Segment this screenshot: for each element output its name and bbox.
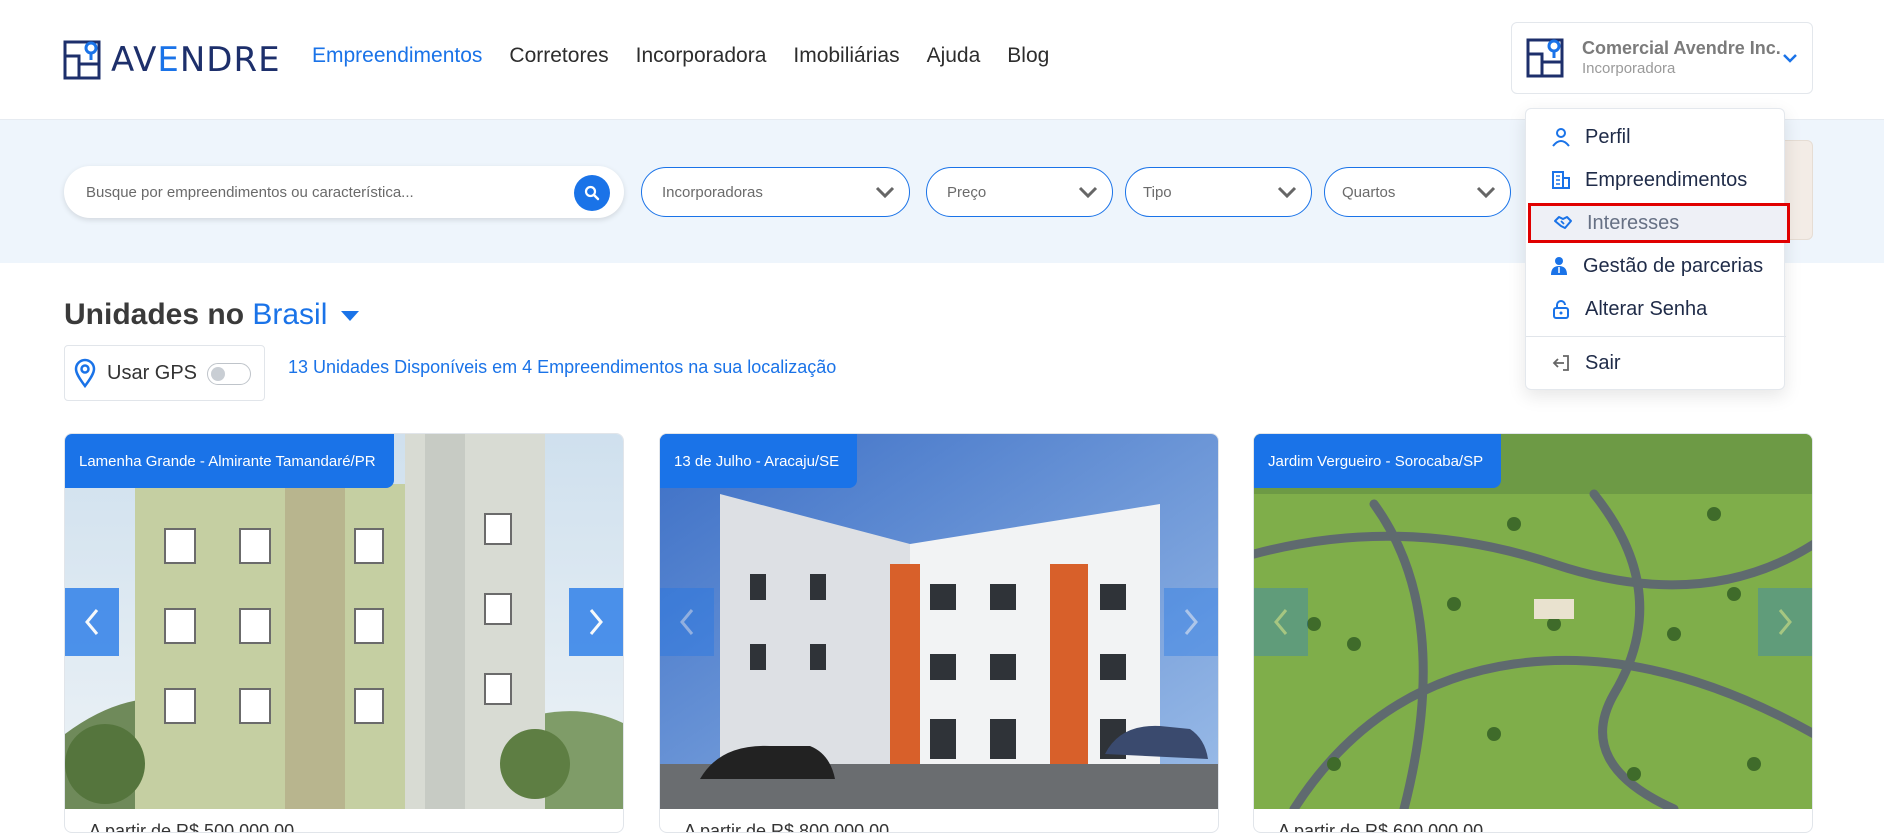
menu-item-label: Interesses — [1587, 211, 1680, 234]
chevron-down-icon — [1783, 54, 1797, 63]
filter-incorporadoras[interactable]: Incorporadoras — [641, 167, 910, 217]
caret-down-icon[interactable] — [340, 309, 360, 323]
carousel-prev-button[interactable] — [1254, 588, 1308, 656]
account-name: Comercial Avendre Inc. — [1582, 38, 1781, 59]
avendre-logo[interactable]: AVENDRE — [63, 38, 281, 82]
account-menu-button[interactable]: Comercial Avendre Inc. Incorporadora — [1511, 22, 1813, 94]
menu-divider — [1526, 336, 1786, 337]
chevron-down-icon — [875, 186, 895, 199]
carousel-next-button[interactable] — [569, 588, 623, 656]
top-header: AVENDRE Empreendimentos Corretores Incor… — [0, 0, 1884, 120]
page-title: Unidades no Brasil — [64, 298, 360, 332]
filter-quartos[interactable]: Quartos — [1324, 167, 1511, 217]
logo-mark-icon — [63, 40, 101, 80]
chevron-right-icon — [1184, 609, 1198, 635]
menu-item-label: Sair — [1585, 351, 1621, 374]
nav-incorporadora[interactable]: Incorporadora — [636, 44, 767, 68]
main-nav: Empreendimentos Corretores Incorporadora… — [312, 44, 1049, 68]
property-image — [660, 434, 1218, 809]
card-price: A partir de R$ 600.000,00 — [1278, 821, 1484, 833]
menu-item-label: Empreendimentos — [1585, 168, 1748, 191]
property-card[interactable]: 13 de Julho - Aracaju/SE A partir de R$ … — [659, 433, 1219, 833]
location-pin-icon — [74, 358, 96, 388]
menu-item-label: Alterar Senha — [1585, 297, 1708, 320]
chevron-down-icon — [1476, 186, 1496, 199]
property-image — [1254, 434, 1812, 809]
menu-item-label: Gestão de parcerias — [1583, 254, 1764, 277]
card-price: A partir de R$ 500.000,00 — [89, 821, 295, 833]
gps-control: Usar GPS — [64, 345, 265, 401]
account-logo-icon — [1526, 38, 1564, 78]
search-bar — [64, 166, 624, 218]
availability-summary[interactable]: 13 Unidades Disponíveis em 4 Empreendime… — [288, 357, 836, 378]
menu-item-gestao-parcerias[interactable]: Gestão de parcerias — [1526, 246, 1786, 286]
property-card[interactable]: Jardim Vergueiro - Sorocaba/SP A partir … — [1253, 433, 1813, 833]
nav-ajuda[interactable]: Ajuda — [927, 44, 981, 68]
toggle-knob — [211, 367, 225, 381]
nav-blog[interactable]: Blog — [1007, 44, 1049, 68]
card-location-tag: Jardim Vergueiro - Sorocaba/SP — [1254, 434, 1502, 488]
nav-imobiliarias[interactable]: Imobiliárias — [793, 44, 899, 68]
chevron-left-icon — [680, 609, 694, 635]
carousel-next-button[interactable] — [1164, 588, 1218, 656]
user-icon — [1552, 128, 1570, 147]
logout-icon — [1552, 355, 1569, 371]
account-dropdown-menu: Perfil Empreendimentos Interesses Gestão… — [1525, 108, 1790, 390]
search-input[interactable] — [86, 166, 556, 218]
filter-incorporadoras-label: Incorporadoras — [662, 183, 763, 201]
nav-empreendimentos[interactable]: Empreendimentos — [312, 44, 482, 68]
chevron-down-icon — [1277, 186, 1297, 199]
card-location-tag: 13 de Julho - Aracaju/SE — [660, 434, 858, 488]
partner-icon — [1551, 257, 1567, 275]
property-card[interactable]: Lamenha Grande - Almirante Tamandaré/PR … — [64, 433, 624, 833]
menu-item-interesses[interactable]: Interesses — [1528, 203, 1790, 243]
location-selector[interactable]: Brasil — [252, 298, 327, 331]
search-icon — [584, 185, 600, 201]
menu-item-alterar-senha[interactable]: Alterar Senha — [1526, 289, 1786, 329]
card-location-tag: Lamenha Grande - Almirante Tamandaré/PR — [65, 434, 394, 488]
gps-toggle[interactable] — [207, 363, 251, 385]
menu-item-empreendimentos[interactable]: Empreendimentos — [1526, 160, 1786, 200]
card-price: A partir de R$ 800.000,00 — [684, 821, 890, 833]
menu-item-sair[interactable]: Sair — [1526, 343, 1786, 383]
search-button[interactable] — [574, 175, 610, 211]
chevron-right-icon — [1778, 609, 1792, 635]
carousel-prev-button[interactable] — [660, 588, 714, 656]
filter-tipo-label: Tipo — [1143, 183, 1172, 201]
carousel-prev-button[interactable] — [65, 588, 119, 656]
menu-item-label: Perfil — [1585, 125, 1631, 148]
chevron-left-icon — [1274, 609, 1288, 635]
chevron-down-icon — [1078, 186, 1098, 199]
filter-preco[interactable]: Preço — [926, 167, 1113, 217]
menu-item-perfil[interactable]: Perfil — [1526, 117, 1786, 157]
property-image — [65, 434, 623, 809]
filter-preco-label: Preço — [947, 183, 987, 201]
nav-corretores[interactable]: Corretores — [509, 44, 608, 68]
filter-quartos-label: Quartos — [1342, 183, 1396, 201]
building-icon — [1552, 171, 1570, 189]
chevron-right-icon — [589, 609, 603, 635]
carousel-next-button[interactable] — [1758, 588, 1812, 656]
filter-tipo[interactable]: Tipo — [1125, 167, 1312, 217]
handshake-icon — [1554, 216, 1572, 229]
logo-text: AVENDRE — [111, 40, 281, 80]
lock-icon — [1553, 300, 1569, 319]
account-role: Incorporadora — [1582, 59, 1676, 77]
chevron-left-icon — [85, 609, 99, 635]
gps-label: Usar GPS — [107, 361, 198, 384]
